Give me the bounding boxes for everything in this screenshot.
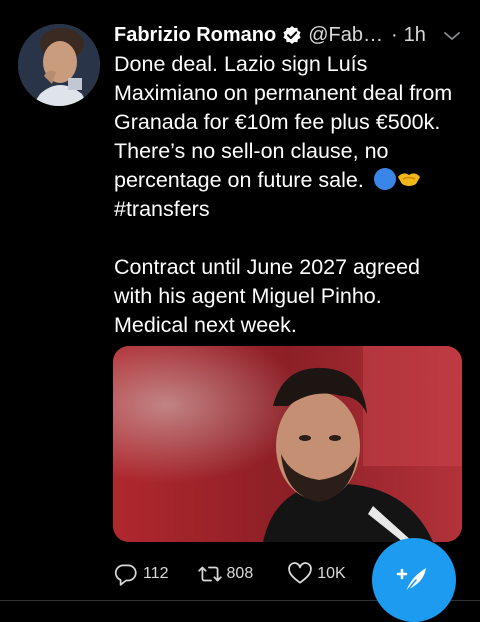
tweet-text-line: Maximiano on permanent deal from — [114, 81, 453, 105]
reply-button[interactable]: 112 — [113, 561, 169, 587]
heart-icon — [288, 562, 312, 584]
verified-badge-icon — [282, 25, 302, 45]
tweet-text-line: Medical next week. — [114, 313, 297, 337]
tweet-text-line: with his agent Miguel Pinho. — [114, 284, 382, 308]
like-count: 10K — [317, 565, 346, 582]
blue-circle-emoji-icon — [373, 168, 396, 190]
separator-dot: · — [391, 23, 398, 46]
compose-tweet-icon — [396, 568, 426, 593]
tweet-text-line: Granada for €10m fee plus €500k. — [114, 110, 441, 134]
chevron-down-icon[interactable] — [442, 26, 462, 46]
like-button[interactable]: 10K — [287, 561, 346, 587]
reply-icon — [114, 564, 137, 586]
tweet-text-line: percentage on future sale. — [114, 168, 364, 192]
reply-count: 112 — [143, 565, 169, 582]
tweet-header: Fabrizio Romano @Fab… · 1h — [114, 20, 464, 50]
avatar[interactable] — [18, 24, 100, 106]
retweet-button[interactable]: 808 — [197, 561, 254, 587]
user-handle[interactable]: @Fab… — [308, 24, 383, 47]
tweet-text: Done deal. Lazio sign Luís Maximiano on … — [114, 50, 470, 340]
retweet-icon — [197, 566, 222, 582]
display-name[interactable]: Fabrizio Romano — [114, 24, 276, 47]
tweet[interactable]: Fabrizio Romano @Fab… · 1h Done deal. La… — [0, 0, 480, 622]
tweet-text-line: Done deal. Lazio sign Luís — [114, 52, 368, 76]
compose-tweet-button[interactable] — [372, 538, 456, 622]
hashtag-link[interactable]: #transfers — [114, 197, 210, 221]
tweet-photo[interactable] — [113, 346, 462, 542]
handshake-emoji-icon — [397, 168, 421, 190]
tweet-actions: 112 808 10K — [113, 558, 346, 590]
timestamp[interactable]: 1h — [404, 24, 426, 47]
tweet-text-line: There’s no sell-on clause, no — [114, 139, 389, 163]
tweet-text-line: Contract until June 2027 agreed — [114, 255, 420, 279]
retweet-count: 808 — [226, 565, 254, 582]
